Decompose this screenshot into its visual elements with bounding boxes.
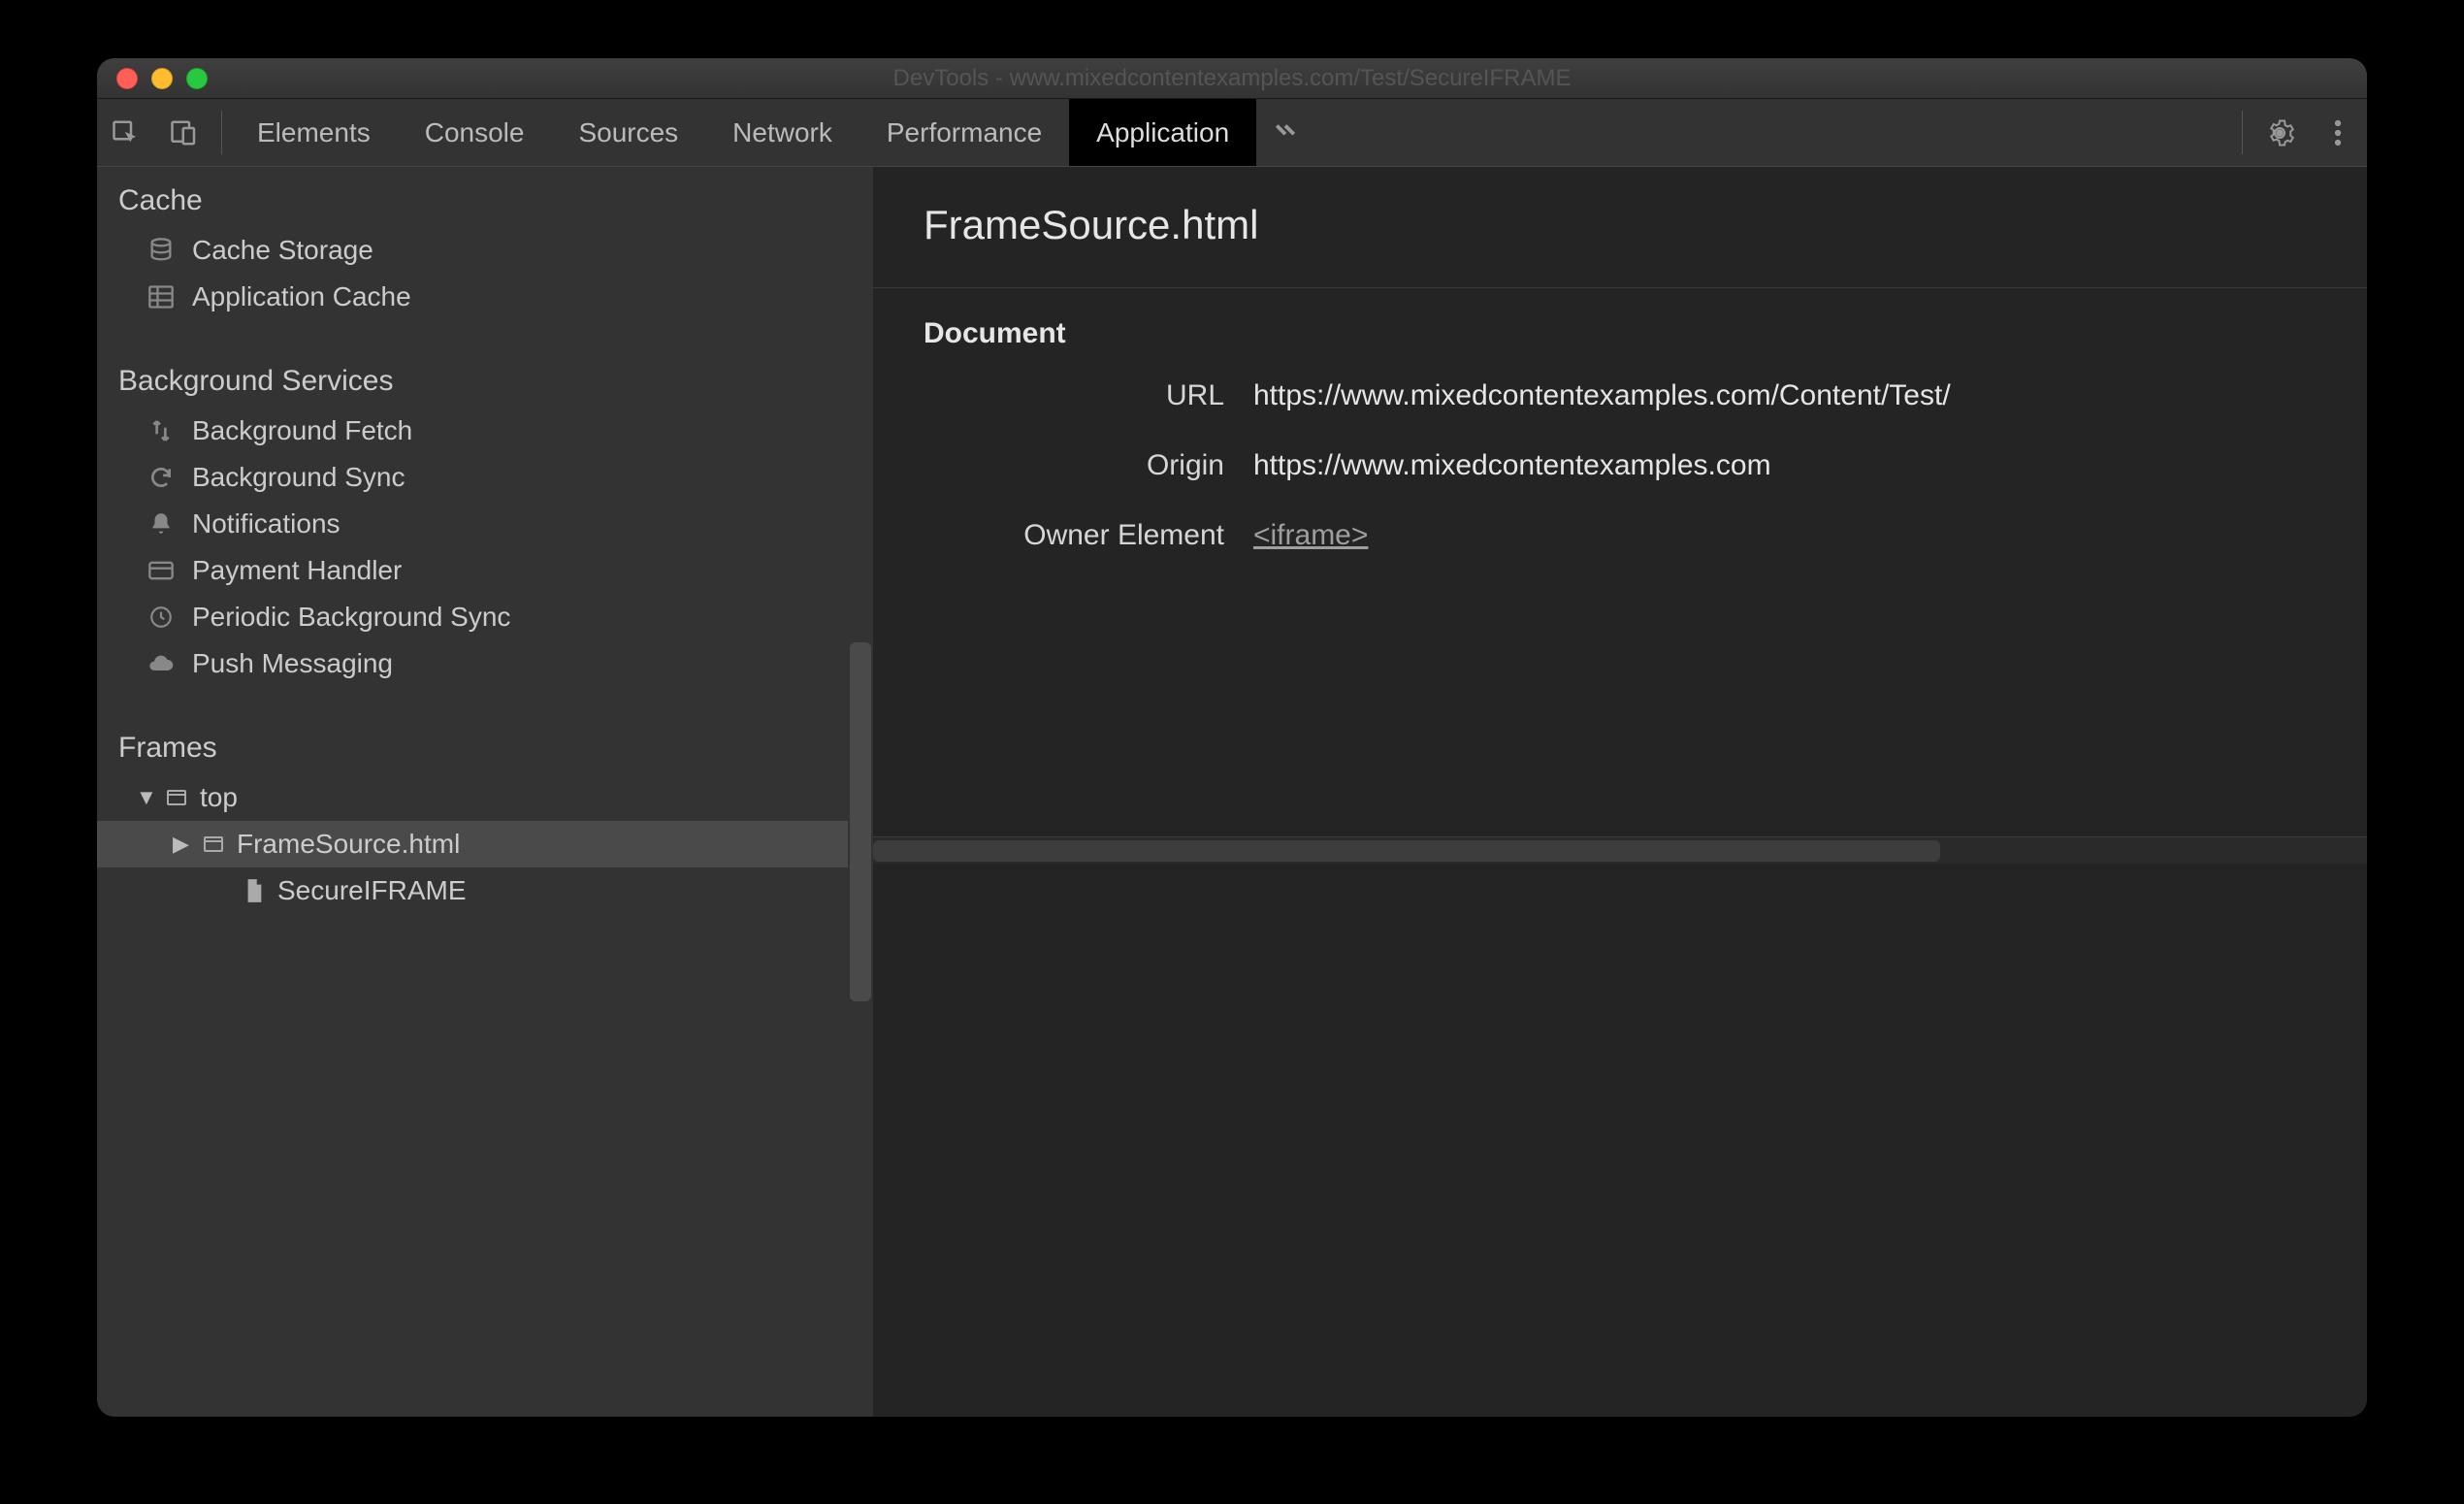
sidebar-item-application-cache[interactable]: Application Cache	[97, 274, 873, 320]
sidebar-scroll-thumb[interactable]	[850, 642, 871, 1001]
panel-body: Cache Cache Storage Application Cache Ba…	[97, 167, 2367, 1417]
sidebar-item-push-messaging[interactable]: Push Messaging	[97, 640, 873, 687]
devtools-window: DevTools - www.mixedcontentexamples.com/…	[97, 58, 2367, 1417]
cloud-icon	[146, 648, 177, 679]
tree-item-top[interactable]: ▼ top	[97, 774, 873, 821]
horizontal-scroll-thumb[interactable]	[873, 840, 1940, 862]
sidebar-item-label: Background Sync	[192, 462, 405, 493]
sidebar-item-payment-handler[interactable]: Payment Handler	[97, 547, 873, 594]
settings-gear-icon[interactable]	[2251, 99, 2309, 166]
divider	[2242, 111, 2243, 154]
tree-item-framesource[interactable]: ▶ FrameSource.html	[97, 821, 873, 867]
sidebar-item-periodic-background-sync[interactable]: Periodic Background Sync	[97, 594, 873, 640]
sidebar-item-background-fetch[interactable]: Background Fetch	[97, 408, 873, 454]
tab-label: Elements	[257, 117, 371, 148]
tab-application[interactable]: Application	[1069, 99, 1256, 166]
chevron-right-icon: ▶	[173, 832, 190, 857]
application-sidebar: Cache Cache Storage Application Cache Ba…	[97, 167, 873, 1417]
sidebar-section-cache: Cache	[97, 167, 873, 227]
section-header-document: Document	[924, 317, 2317, 350]
frame-icon	[163, 784, 190, 811]
device-toolbar-icon[interactable]	[155, 99, 213, 166]
window-title: DevTools - www.mixedcontentexamples.com/…	[97, 65, 2367, 92]
tree-item-secureiframe[interactable]: SecureIFRAME	[97, 867, 873, 914]
tab-network[interactable]: Network	[705, 99, 859, 166]
sidebar-item-label: Background Fetch	[192, 415, 412, 446]
row-origin: Origin https://www.mixedcontentexamples.…	[924, 449, 2317, 482]
tab-label: Console	[425, 117, 525, 148]
frame-icon	[200, 831, 227, 858]
sidebar-item-label: Payment Handler	[192, 555, 402, 586]
sidebar-section-frames: Frames	[97, 714, 873, 774]
sidebar-item-label: Cache Storage	[192, 235, 373, 266]
sidebar-item-label: Push Messaging	[192, 648, 393, 679]
database-icon	[146, 235, 177, 266]
owner-element-link[interactable]: <iframe>	[1253, 519, 1368, 552]
tab-label: Sources	[578, 117, 678, 148]
sidebar-item-notifications[interactable]: Notifications	[97, 501, 873, 547]
tab-label: Network	[732, 117, 832, 148]
divider	[221, 111, 222, 154]
tab-label: Performance	[887, 117, 1042, 148]
frame-detail-title: FrameSource.html	[924, 202, 2317, 248]
divider	[873, 287, 2367, 288]
close-window-button[interactable]	[116, 68, 138, 89]
window-titlebar: DevTools - www.mixedcontentexamples.com/…	[97, 58, 2367, 99]
row-value: https://www.mixedcontentexamples.com	[1253, 449, 1771, 482]
row-value: https://www.mixedcontentexamples.com/Con…	[1253, 379, 1951, 412]
horizontal-scrollbar[interactable]	[873, 836, 2367, 864]
sidebar-section-background-services: Background Services	[97, 347, 873, 408]
minimize-window-button[interactable]	[151, 68, 173, 89]
tree-item-label: FrameSource.html	[237, 829, 460, 860]
frame-detail-panel: FrameSource.html Document URL https://ww…	[873, 167, 2367, 1417]
row-key: Owner Element	[924, 519, 1253, 552]
tabstrip: Elements Console Sources Network Perform…	[97, 99, 2367, 167]
transfer-icon	[146, 415, 177, 446]
document-icon	[241, 877, 268, 904]
tab-performance[interactable]: Performance	[859, 99, 1069, 166]
sidebar-scrollbar[interactable]	[848, 167, 873, 1417]
tab-label: Application	[1096, 117, 1229, 148]
clock-icon	[146, 602, 177, 633]
credit-card-icon	[146, 555, 177, 586]
inspect-element-icon[interactable]	[97, 99, 155, 166]
tree-item-label: top	[200, 782, 238, 813]
tab-sources[interactable]: Sources	[551, 99, 705, 166]
tree-item-label: SecureIFRAME	[277, 875, 467, 906]
sidebar-item-label: Notifications	[192, 508, 340, 539]
sidebar-item-background-sync[interactable]: Background Sync	[97, 454, 873, 501]
tab-console[interactable]: Console	[398, 99, 552, 166]
chevron-down-icon: ▼	[136, 785, 153, 810]
zoom-window-button[interactable]	[186, 68, 208, 89]
traffic-lights	[116, 68, 208, 89]
sidebar-item-cache-storage[interactable]: Cache Storage	[97, 227, 873, 274]
grid-icon	[146, 281, 177, 312]
row-key: Origin	[924, 449, 1253, 482]
kebab-menu-icon[interactable]	[2309, 99, 2367, 166]
sidebar-item-label: Periodic Background Sync	[192, 602, 510, 633]
bell-icon	[146, 508, 177, 539]
row-owner-element: Owner Element <iframe>	[924, 519, 2317, 552]
tabs-overflow-icon[interactable]	[1256, 99, 1314, 166]
sync-icon	[146, 462, 177, 493]
tab-elements[interactable]: Elements	[230, 99, 398, 166]
row-key: URL	[924, 379, 1253, 412]
sidebar-item-label: Application Cache	[192, 281, 411, 312]
row-url: URL https://www.mixedcontentexamples.com…	[924, 379, 2317, 412]
